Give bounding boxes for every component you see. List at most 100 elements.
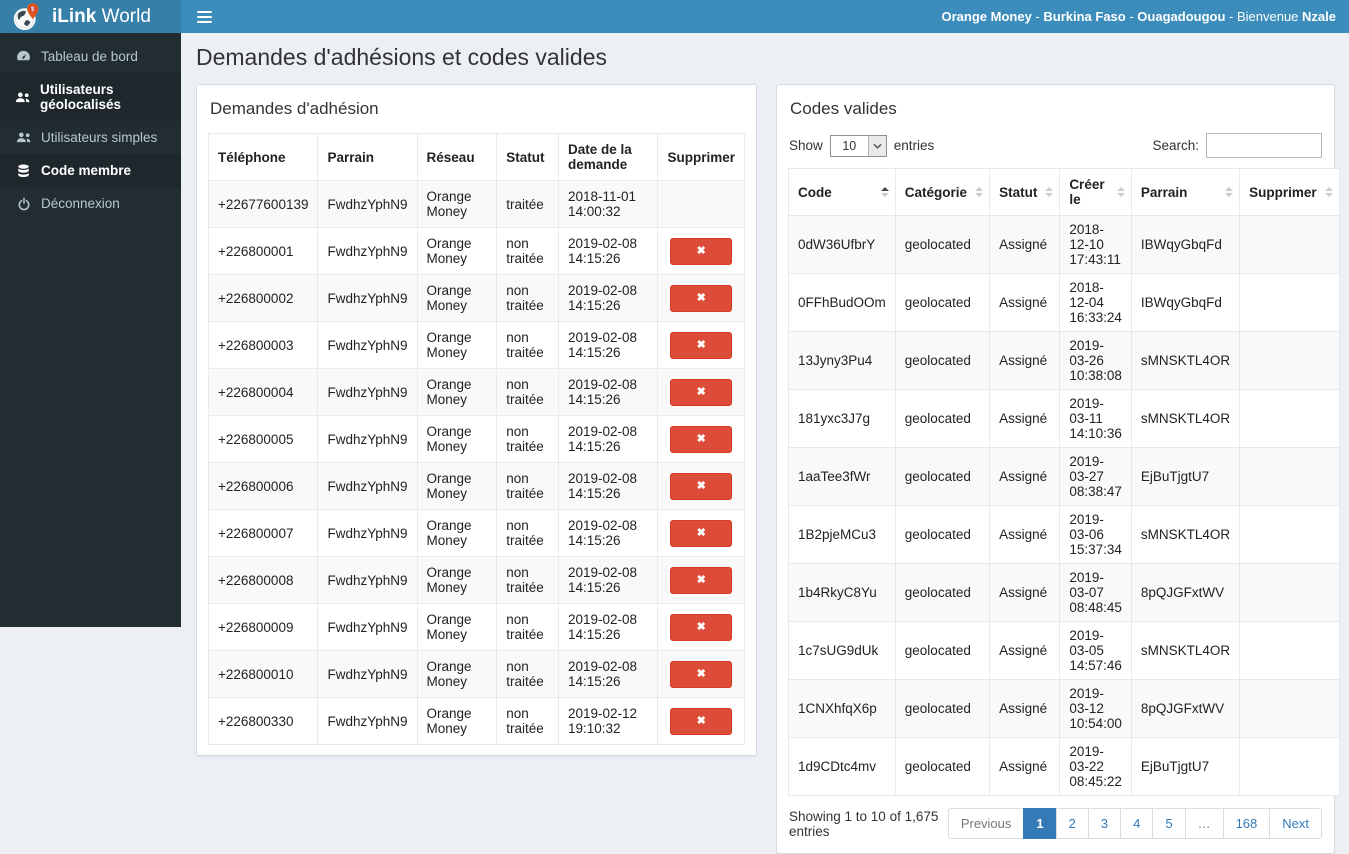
sort-icon[interactable] — [1116, 187, 1125, 197]
cell-statut: Assigné — [989, 273, 1061, 332]
cell-supprimer — [1239, 679, 1340, 738]
datatable-controls: Show 10 entries Search: — [789, 133, 1322, 158]
sort-icon[interactable] — [975, 187, 984, 197]
column-header[interactable]: Code — [788, 168, 896, 216]
cell-reseau: Orange Money — [416, 368, 498, 416]
pagination-button-4[interactable]: 4 — [1120, 808, 1154, 839]
cell-supprimer: ✖ — [657, 650, 745, 698]
cell-parrain: EjBuTjgtU7 — [1130, 447, 1241, 506]
cell-reseau: Orange Money — [416, 556, 498, 604]
delete-button[interactable]: ✖ — [670, 425, 733, 453]
cell-categorie: geolocated — [894, 505, 991, 564]
pagination-button-1[interactable]: 1 — [1023, 808, 1057, 839]
sidebar-item-utilisateurs-simples[interactable]: Utilisateurs simples — [0, 121, 181, 154]
delete-button[interactable]: ✖ — [670, 566, 733, 594]
sidebar-toggle-button[interactable] — [181, 0, 227, 33]
cell-telephone: +226800002 — [207, 274, 319, 322]
pagination-button-previous[interactable]: Previous — [947, 808, 1025, 839]
cell-parrain: FwdhzYphN9 — [317, 462, 418, 510]
dashboard-icon — [15, 50, 32, 63]
cell-categorie: geolocated — [894, 389, 991, 448]
column-header[interactable]: Supprimer — [1239, 168, 1340, 216]
cell-categorie: geolocated — [894, 331, 991, 390]
pagination-button-3[interactable]: 3 — [1087, 808, 1122, 839]
cell-parrain: sMNSKTL4OR — [1130, 621, 1241, 680]
brand-logo[interactable]: $ iLink World — [0, 0, 181, 33]
cell-creer-le: 2019-03-11 14:10:36 — [1059, 389, 1132, 448]
column-header-label: Créer le — [1069, 177, 1105, 207]
cell-date: 2019-02-08 14:15:26 — [557, 556, 659, 604]
page-length-control: Show 10 entries — [789, 134, 934, 157]
sidebar-item-label: Utilisateurs géolocalisés — [40, 82, 122, 112]
cell-parrain: IBWqyGbqFd — [1130, 215, 1241, 274]
user-context-segment: Orange Money — [941, 9, 1032, 24]
sidebar-item-tableau-de-bord[interactable]: Tableau de bord — [0, 40, 181, 73]
cell-statut: non traitée — [496, 556, 559, 604]
cell-telephone: +226800010 — [207, 650, 319, 698]
delete-button[interactable]: ✖ — [670, 378, 733, 406]
cell-supprimer: ✖ — [657, 603, 745, 651]
cell-parrain: sMNSKTL4OR — [1130, 389, 1241, 448]
cell-statut: non traitée — [496, 415, 559, 463]
cell-telephone: +226800009 — [207, 603, 319, 651]
cell-parrain: FwdhzYphN9 — [317, 509, 418, 557]
sort-icon[interactable] — [1324, 187, 1333, 197]
sort-icon[interactable] — [1225, 187, 1234, 197]
delete-button[interactable]: ✖ — [670, 660, 733, 688]
panel-codes-valides: Codes valides Show 10 entries Search: Co… — [776, 84, 1340, 854]
cell-telephone: +226800330 — [207, 697, 319, 745]
cell-statut: Assigné — [989, 679, 1061, 738]
delete-button[interactable]: ✖ — [670, 237, 733, 265]
page-length-select[interactable]: 10 — [829, 134, 887, 157]
column-header: Réseau — [416, 133, 498, 181]
cell-parrain: FwdhzYphN9 — [317, 321, 418, 369]
table-row: +226800002 FwdhzYphN9 Orange Money non trai… — [207, 274, 745, 322]
sidebar-item-code-membre[interactable]: Code membre — [0, 154, 181, 187]
top-bar: $ iLink World Orange Money - Burkina Fas… — [0, 0, 1349, 33]
column-header[interactable]: Catégorie — [894, 168, 991, 216]
table-row: 1aaTee3fWr geolocated Assigné 2019-03-27 08… — [788, 447, 1340, 506]
sort-icon[interactable] — [880, 187, 889, 197]
table-row: +226800006 FwdhzYphN9 Orange Money non trai… — [207, 462, 745, 510]
cell-code: 1c7sUG9dUk — [788, 621, 896, 680]
delete-button[interactable]: ✖ — [670, 331, 733, 359]
users-icon — [15, 91, 31, 104]
sidebar-item-deconnexion[interactable]: Déconnexion — [0, 187, 181, 220]
cell-statut: non traitée — [496, 462, 559, 510]
cell-date: 2019-02-08 14:15:26 — [557, 603, 659, 651]
pagination-button-168[interactable]: 168 — [1222, 808, 1271, 839]
delete-button[interactable]: ✖ — [670, 707, 733, 735]
table-row: +226800005 FwdhzYphN9 Orange Money non trai… — [207, 415, 745, 463]
cell-statut: Assigné — [989, 563, 1061, 622]
cell-reseau: Orange Money — [416, 227, 498, 275]
pagination-button-5[interactable]: 5 — [1152, 808, 1186, 839]
cell-categorie: geolocated — [894, 215, 991, 274]
cell-supprimer: ✖ — [657, 697, 745, 745]
delete-button[interactable]: ✖ — [670, 472, 733, 500]
column-header[interactable]: Statut — [989, 168, 1061, 216]
cell-statut: Assigné — [989, 389, 1061, 448]
delete-button[interactable]: ✖ — [670, 613, 733, 641]
cell-code: 13Jyny3Pu4 — [788, 331, 896, 390]
cell-code: 1d9CDtc4mv — [788, 737, 896, 796]
cell-supprimer — [1239, 563, 1340, 622]
column-header[interactable]: Créer le — [1059, 168, 1132, 216]
sidebar-item-label: Déconnexion — [41, 196, 120, 211]
pagination-button-…[interactable]: … — [1184, 808, 1224, 839]
sort-icon[interactable] — [1045, 187, 1054, 197]
pagination-button-next[interactable]: Next — [1269, 808, 1322, 839]
delete-button[interactable]: ✖ — [670, 519, 733, 547]
delete-button[interactable]: ✖ — [670, 284, 733, 312]
table-row: 13Jyny3Pu4 geolocated Assigné 2019-03-26 10… — [788, 331, 1340, 390]
cell-parrain: FwdhzYphN9 — [317, 697, 418, 745]
cell-creer-le: 2018-12-10 17:43:11 — [1059, 215, 1132, 274]
sidebar-item-utilisateurs-geolocalises[interactable]: Utilisateurs géolocalisés — [0, 73, 181, 121]
column-header: Parrain — [317, 133, 418, 181]
cell-statut: Assigné — [989, 621, 1061, 680]
user-context-segment: Burkina Faso — [1043, 9, 1126, 24]
column-header[interactable]: Parrain — [1130, 168, 1241, 216]
search-input[interactable] — [1206, 133, 1322, 158]
cell-supprimer: ✖ — [657, 556, 745, 604]
pagination-button-2[interactable]: 2 — [1055, 808, 1089, 839]
cell-telephone: +226800003 — [207, 321, 319, 369]
